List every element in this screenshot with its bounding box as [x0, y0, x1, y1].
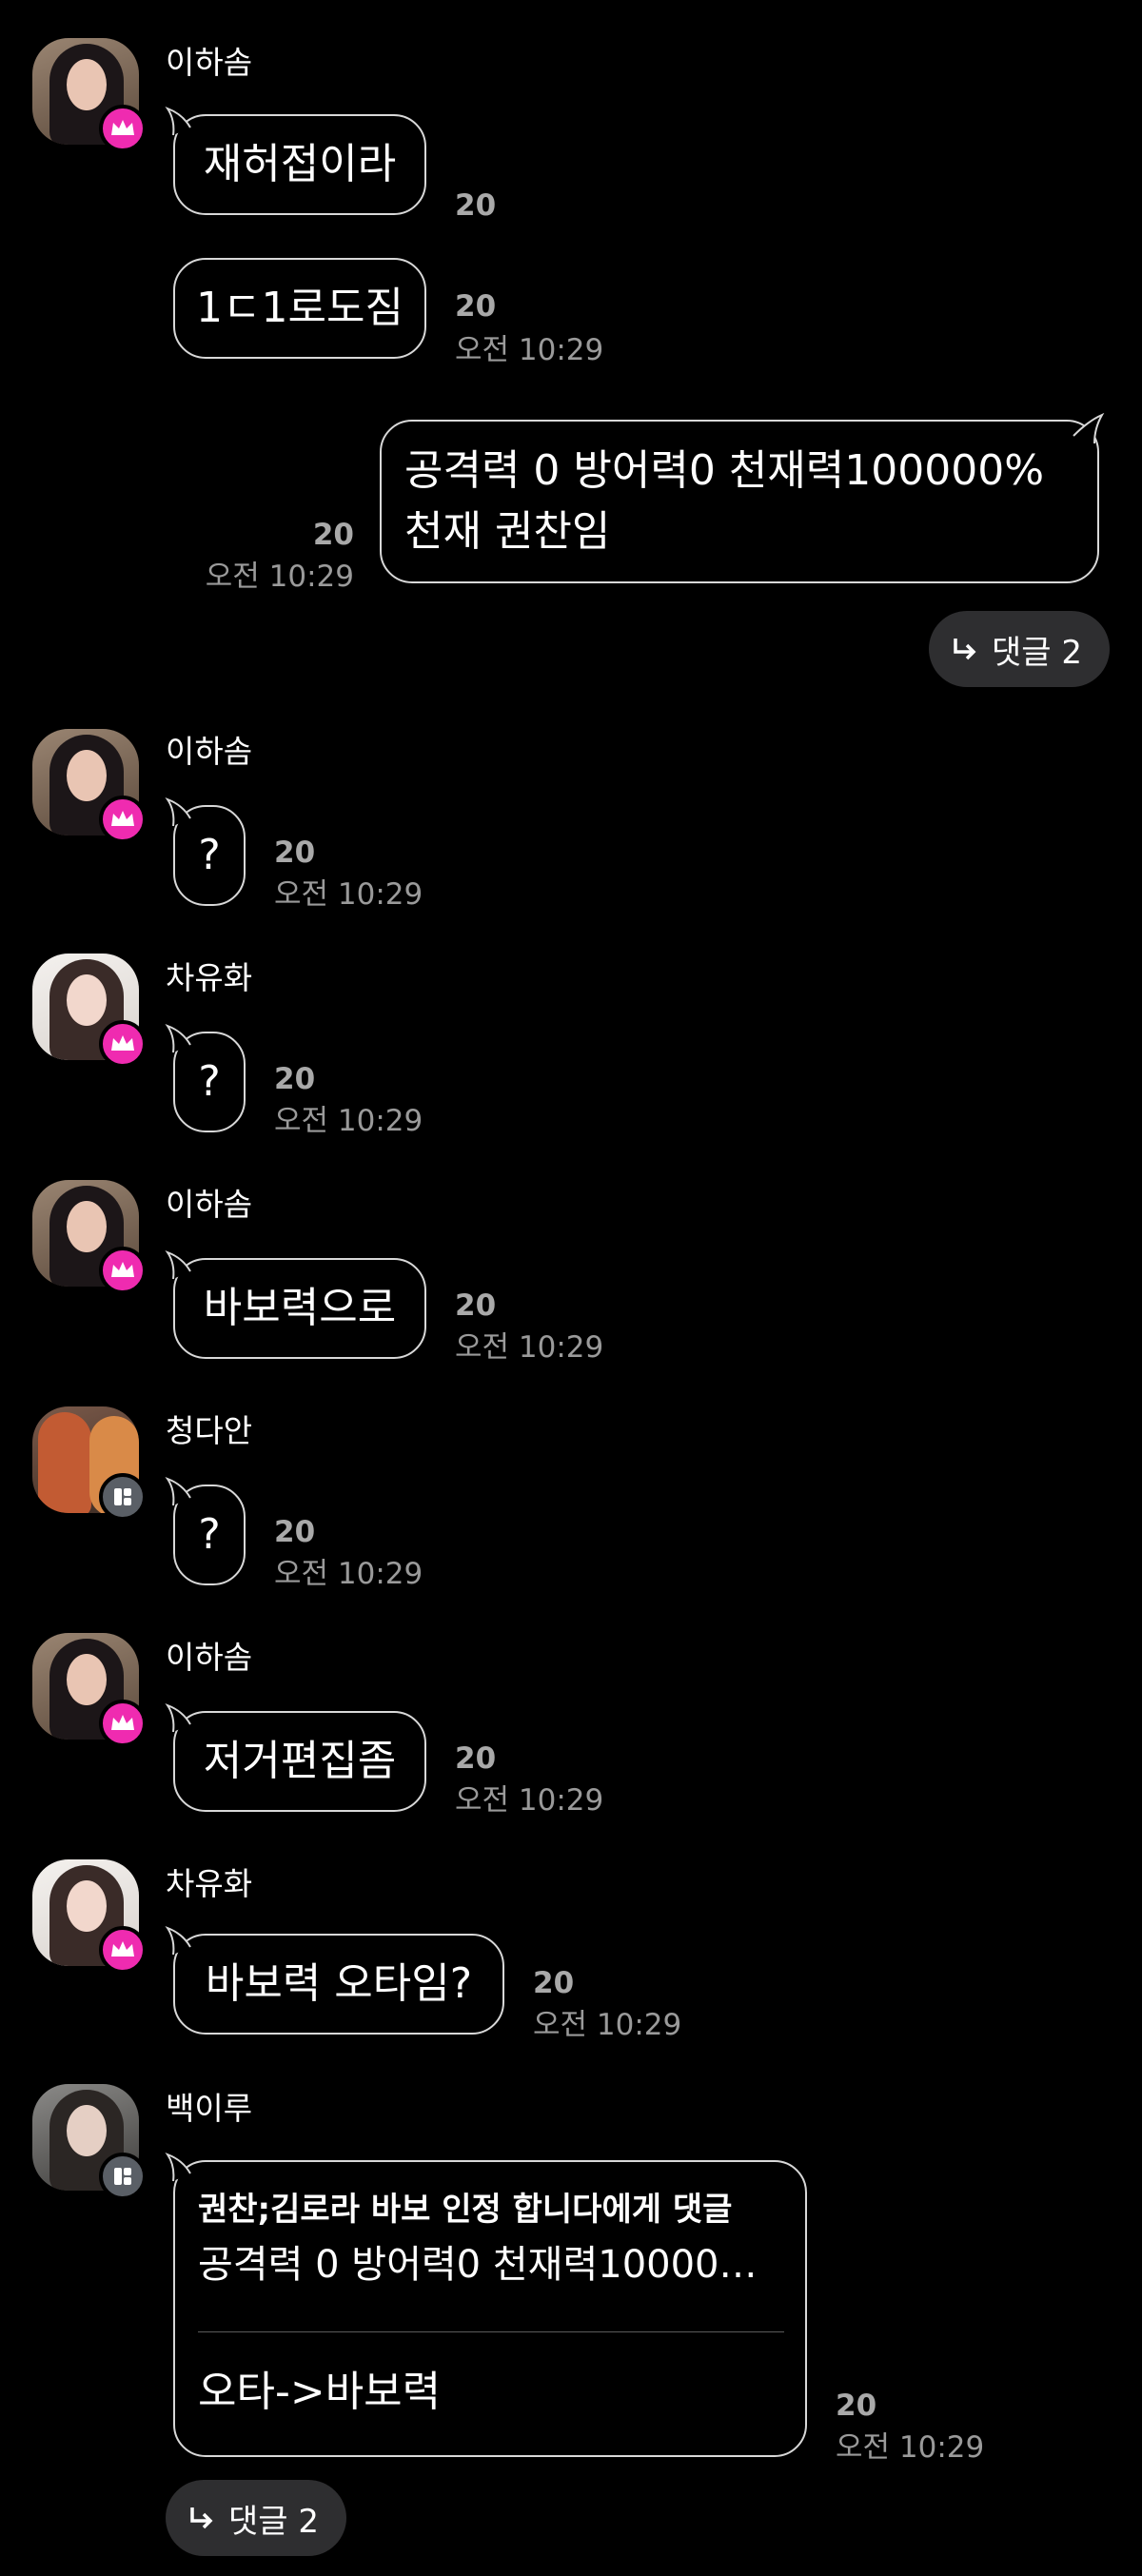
timestamp: 오전 10:29	[836, 2430, 985, 2465]
message-text: 바보력 오타임?	[205, 1959, 473, 2008]
read-count: 20	[274, 1062, 316, 1096]
timestamp: 오전 10:29	[455, 333, 604, 367]
quote-divider	[198, 2331, 784, 2332]
crown-icon	[99, 1926, 147, 1974]
quoted-reply-bubble[interactable]: 권찬;김로라 바보 인정 합니다에게 댓글 공격력 0 방어력0 천재력1000…	[173, 2160, 807, 2457]
reply-count-button[interactable]: 댓글 2	[929, 611, 1110, 687]
message-text: 바보력으로	[203, 1284, 397, 1332]
crown-icon	[99, 1700, 147, 1747]
read-count: 20	[312, 518, 354, 552]
bubble-tail	[165, 1023, 191, 1053]
read-count: 20	[836, 2389, 877, 2423]
grid-icon	[99, 1473, 147, 1521]
sender-name: 이하솜	[166, 44, 253, 81]
reply-count-label: 댓글 2	[228, 2502, 319, 2541]
read-count: 20	[455, 1741, 497, 1776]
timestamp: 오전 10:29	[274, 877, 423, 912]
message-text: 1ㄷ1로도짐	[196, 284, 404, 332]
sender-name: 이하솜	[166, 1186, 253, 1223]
reply-text: 오타->바보력	[198, 2368, 442, 2416]
read-count: 20	[274, 836, 316, 870]
crown-icon	[99, 1247, 147, 1294]
message-bubble[interactable]: 바보력으로	[173, 1258, 426, 1359]
message-bubble[interactable]: 저거편집좀	[173, 1711, 426, 1812]
read-count: 20	[455, 1288, 497, 1323]
message-bubble[interactable]: 재허접이라	[173, 114, 426, 215]
sender-name: 청다안	[166, 1412, 253, 1449]
quote-title: 권찬;김로라 바보 인정 합니다에게 댓글	[198, 2191, 733, 2229]
message-line: 천재 권찬임	[404, 507, 611, 556]
reply-count-button[interactable]: 댓글 2	[166, 2480, 346, 2556]
timestamp: 오전 10:29	[533, 2008, 682, 2042]
sender-name: 백이루	[166, 2090, 253, 2127]
crown-icon	[99, 1020, 147, 1068]
read-count: 20	[533, 1966, 575, 2000]
bubble-tail	[165, 1249, 191, 1280]
sender-name: 이하솜	[166, 733, 253, 770]
reply-arrow-icon	[950, 635, 978, 663]
timestamp: 오전 10:29	[455, 1330, 604, 1365]
bubble-tail	[165, 1702, 191, 1733]
timestamp: 오전 10:29	[205, 560, 354, 594]
sender-name: 차유화	[166, 959, 253, 996]
quote-body: 공격력 0 방어력0 천재력100000...	[198, 2243, 778, 2287]
bubble-tail	[165, 1925, 191, 1956]
timestamp: 오전 10:29	[274, 1104, 423, 1138]
crown-icon	[99, 796, 147, 843]
message-bubble[interactable]: 공격력 0 방어력0 천재력100000% 천재 권찬임	[380, 420, 1099, 583]
sender-name: 차유화	[166, 1865, 253, 1902]
reply-arrow-icon	[187, 2504, 215, 2532]
crown-icon	[99, 105, 147, 152]
bubble-tail	[165, 1476, 191, 1506]
read-count: 20	[455, 289, 497, 324]
bubble-tail	[165, 106, 191, 136]
read-count: 20	[455, 188, 497, 223]
read-count: 20	[274, 1515, 316, 1549]
timestamp: 오전 10:29	[455, 1783, 604, 1818]
grid-icon	[99, 2153, 147, 2200]
sender-name: 이하솜	[166, 1639, 253, 1676]
message-text: 재허접이라	[203, 140, 397, 188]
timestamp: 오전 10:29	[274, 1557, 423, 1591]
bubble-tail	[165, 796, 191, 827]
bubble-tail	[1073, 412, 1105, 444]
message-line: 공격력 0 방어력0 천재력100000%	[404, 446, 1045, 495]
message-bubble[interactable]: 1ㄷ1로도짐	[173, 258, 426, 359]
message-bubble[interactable]: 바보력 오타임?	[173, 1934, 504, 2035]
reply-count-label: 댓글 2	[992, 633, 1082, 672]
message-text: 저거편집좀	[203, 1737, 397, 1785]
bubble-tail	[165, 2152, 191, 2182]
